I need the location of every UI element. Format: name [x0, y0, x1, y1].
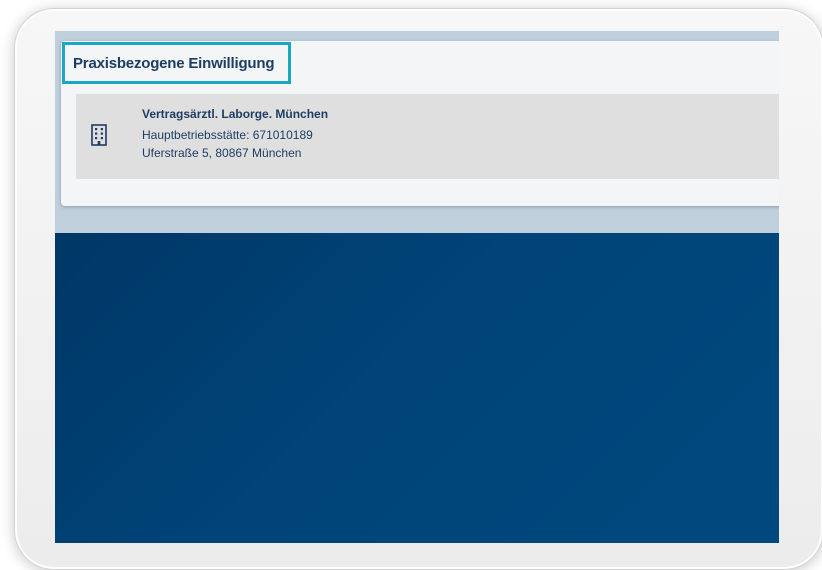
practice-name: Vertragsärztl. Laborge. München — [142, 107, 329, 121]
app-screen: Praxisbezogene Einwilligung Vertragsärzt… — [55, 31, 779, 543]
consent-card: Praxisbezogene Einwilligung Vertragsärzt… — [61, 41, 779, 206]
card-title: Praxisbezogene Einwilligung — [62, 42, 292, 84]
practice-site: Hauptbetriebsstätte: 671010189 — [142, 128, 313, 142]
practice-address: Uferstraße 5, 80867 München — [142, 146, 302, 160]
content-area: Praxisbezogene Einwilligung Vertragsärzt… — [55, 31, 779, 233]
background-panel — [55, 233, 779, 543]
tablet-frame: Praxisbezogene Einwilligung Vertragsärzt… — [14, 8, 822, 570]
practice-details: Vertragsärztl. Laborge. München Hauptbet… — [142, 106, 328, 162]
practice-item[interactable]: Vertragsärztl. Laborge. München Hauptbet… — [76, 94, 779, 179]
building-icon — [91, 124, 107, 146]
